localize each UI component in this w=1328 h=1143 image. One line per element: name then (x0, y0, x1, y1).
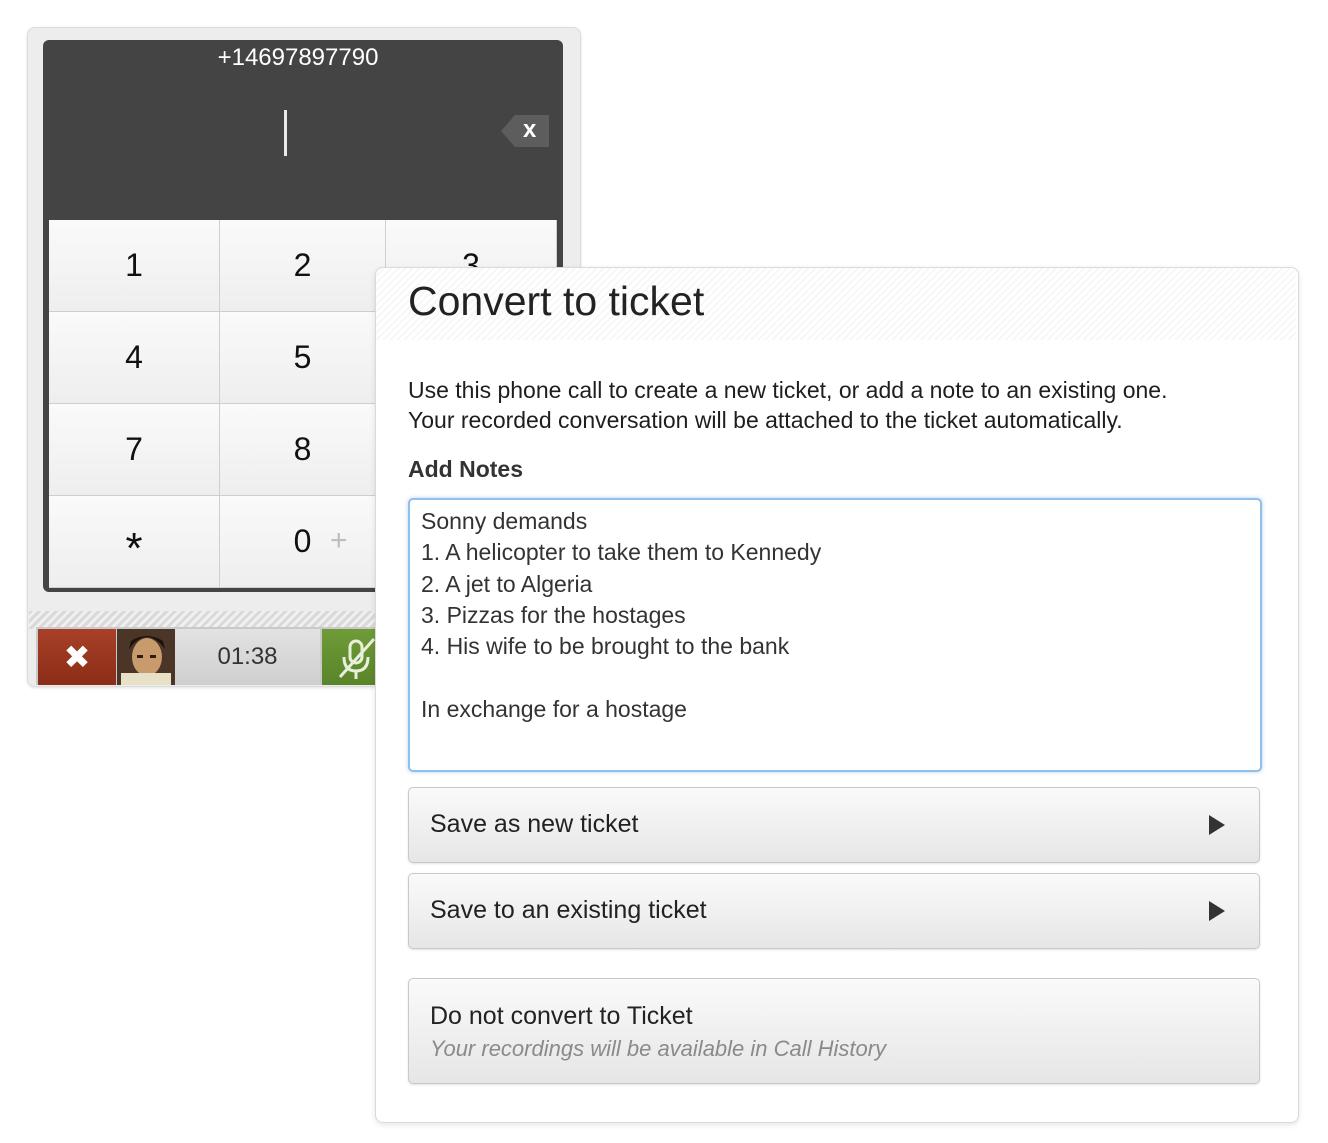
key-label: 5 (293, 339, 312, 375)
mute-button[interactable] (322, 629, 382, 685)
key-label: 4 (125, 339, 143, 375)
button-label: Do not convert to Ticket (430, 1002, 693, 1030)
play-arrow-icon (1209, 901, 1225, 921)
key-1[interactable]: 1 (49, 220, 220, 312)
description-line: Use this phone call to create a new tick… (408, 377, 1168, 403)
key-0[interactable]: 0 + (220, 496, 386, 588)
key-2[interactable]: 2 (220, 220, 386, 312)
microphone-muted-icon (338, 637, 376, 679)
key-7[interactable]: 7 (49, 404, 220, 496)
add-notes-label: Add Notes (408, 456, 523, 482)
do-not-convert-button[interactable]: Do not convert to Ticket Your recordings… (408, 978, 1260, 1084)
hangup-button[interactable]: ✖ (38, 629, 116, 685)
dialog-title: Convert to ticket (408, 278, 705, 324)
key-label: 7 (125, 431, 143, 467)
dialed-number: +14697897790 (217, 44, 379, 71)
key-label: * (125, 523, 143, 573)
button-label: Save as new ticket (430, 810, 639, 838)
call-timer: 01:38 (175, 629, 320, 685)
save-as-new-ticket-button[interactable]: Save as new ticket (408, 787, 1260, 863)
notes-textarea-value[interactable]: Sonny demands 1. A helicopter to take th… (421, 506, 1251, 725)
key-label: 2 (293, 247, 312, 283)
key-label: 0 (293, 523, 312, 559)
button-label: Save to an existing ticket (430, 896, 707, 924)
backspace-label: x (523, 116, 537, 143)
key-star[interactable]: * (49, 496, 220, 588)
key-sublabel: + (330, 524, 348, 557)
button-hint: Your recordings will be available in Cal… (430, 1036, 887, 1061)
close-icon: ✖ (63, 639, 91, 675)
dial-input-cursor[interactable] (284, 110, 287, 156)
dialog-description: Use this phone call to create a new tick… (408, 375, 1288, 435)
key-label: 8 (293, 431, 312, 467)
save-to-existing-ticket-button[interactable]: Save to an existing ticket (408, 873, 1260, 949)
key-label: 1 (125, 247, 143, 283)
key-5[interactable]: 5 (220, 312, 386, 404)
play-arrow-icon (1209, 815, 1225, 835)
backspace-button[interactable]: x (501, 115, 549, 147)
key-4[interactable]: 4 (49, 312, 220, 404)
caller-photo (117, 629, 175, 685)
key-8[interactable]: 8 (220, 404, 386, 496)
caller-avatar (117, 629, 175, 685)
description-line: Your recorded conversation will be attac… (408, 407, 1123, 433)
